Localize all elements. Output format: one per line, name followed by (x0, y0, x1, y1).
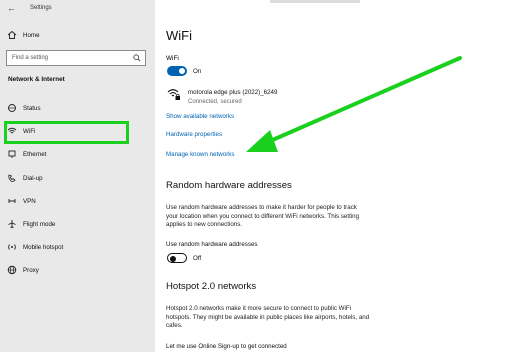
search-placeholder: Find a setting (12, 55, 49, 61)
sidebar-item-label: Status (23, 104, 41, 112)
sidebar-item-ethernet[interactable]: Ethernet (0, 144, 155, 164)
sidebar-item-vpn[interactable]: VPN (0, 191, 155, 211)
show-available-networks-link[interactable]: Show available networks (166, 113, 234, 120)
sidebar-item-label: Flight mode (23, 220, 56, 228)
wifi-secured-icon[interactable] (167, 87, 181, 101)
sidebar-item-flight-mode[interactable]: Flight mode (0, 214, 155, 234)
random-hw-toggle-label: Use random hardware addresses (166, 241, 258, 248)
home-icon (7, 30, 17, 40)
title-bar: ← Settings (0, 0, 155, 18)
toggle-knob (179, 68, 185, 74)
search-input[interactable]: Find a setting (6, 50, 146, 66)
sidebar-item-label: Dial-up (23, 174, 43, 182)
sidebar-item-mobile-hotspot[interactable]: Mobile hotspot (0, 237, 155, 257)
hotspot20-heading: Hotspot 2.0 networks (166, 281, 257, 292)
sidebar-item-label: Proxy (23, 266, 39, 274)
sidebar-item-label: Ethernet (23, 150, 47, 158)
wifi-toggle[interactable] (167, 66, 187, 76)
sidebar-item-label: Home (23, 31, 40, 39)
network-status: Connected, secured (188, 99, 242, 105)
section-title: Network & Internet (8, 76, 65, 83)
hardware-properties-link[interactable]: Hardware properties (166, 131, 222, 138)
wifi-toggle-label: WiFi (166, 55, 179, 62)
selection-highlight-box (4, 121, 129, 144)
random-hw-toggle[interactable] (167, 253, 187, 263)
page-title: WiFi (166, 28, 192, 43)
hotspot-icon (7, 242, 17, 252)
sidebar: ← Settings Home Find a setting Network &… (0, 0, 155, 352)
hotspot20-description: Hotspot 2.0 networks make it more secure… (166, 305, 370, 330)
app-title: Settings (30, 5, 52, 11)
sidebar-item-dialup[interactable]: Dial-up (0, 168, 155, 188)
wifi-toggle-state: On (193, 68, 202, 75)
vpn-icon (7, 196, 17, 206)
top-bar (270, 0, 360, 3)
manage-known-networks-link[interactable]: Manage known networks (166, 151, 234, 158)
top-strip (155, 0, 512, 10)
airplane-icon (7, 219, 17, 229)
network-name[interactable]: motorola edge plus (2022)_6249 (188, 89, 277, 96)
ethernet-icon (7, 149, 17, 159)
random-hw-heading: Random hardware addresses (166, 180, 292, 191)
main-content: WiFi WiFi On motorola edge plus (2022)_6… (155, 0, 512, 352)
search-icon[interactable] (133, 54, 141, 62)
toggle-knob (170, 255, 176, 262)
online-signup-label: Let me use Online Sign-up to get connect… (166, 343, 287, 350)
back-arrow-icon[interactable]: ← (7, 3, 16, 13)
sidebar-item-label: VPN (23, 197, 36, 205)
sidebar-item-home[interactable]: Home (0, 25, 155, 45)
random-hw-toggle-state: Off (193, 255, 202, 262)
random-hw-description: Use random hardware addresses to make it… (166, 204, 360, 229)
sidebar-item-label: Mobile hotspot (23, 243, 64, 251)
sidebar-item-proxy[interactable]: Proxy (0, 260, 155, 280)
status-icon (7, 103, 17, 113)
dialup-icon (7, 173, 17, 183)
sidebar-item-status[interactable]: Status (0, 98, 155, 118)
globe-icon (7, 265, 17, 275)
